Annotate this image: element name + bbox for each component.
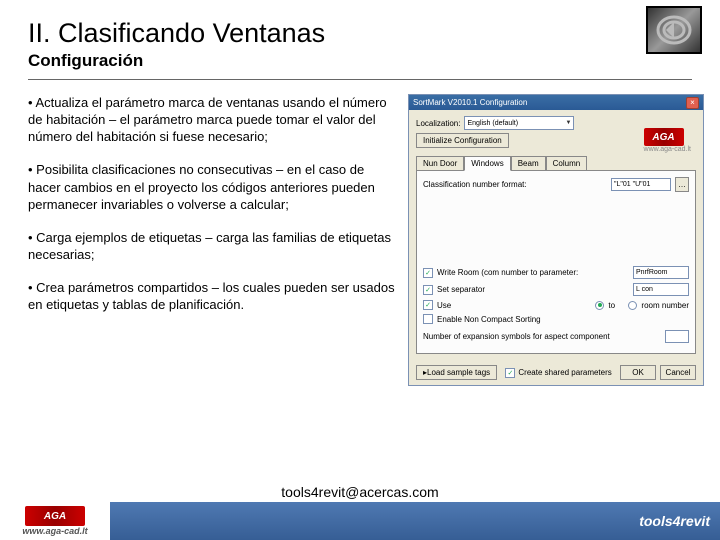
- tab-door[interactable]: Nun Door: [416, 156, 464, 170]
- config-dialog: SortMark V2010.1 Configuration × AGA www…: [408, 94, 704, 386]
- aga-logo: AGA www.aga-cad.lt: [644, 128, 691, 153]
- localization-label: Localization:: [416, 119, 460, 128]
- format-details-button[interactable]: …: [675, 177, 689, 192]
- cancel-button[interactable]: Cancel: [660, 365, 696, 380]
- bullet-3: • Carga ejemplos de etiquetas – carga la…: [28, 229, 398, 263]
- bullet-1: • Actualiza el parámetro marca de ventan…: [28, 94, 398, 145]
- tab-panel: Classification number format: "L"01 "U"0…: [416, 171, 696, 354]
- bullet-list: • Actualiza el parámetro marca de ventan…: [28, 94, 398, 386]
- dialog-titlebar[interactable]: SortMark V2010.1 Configuration ×: [409, 95, 703, 110]
- use-label: Use: [437, 301, 451, 310]
- slide-title: II. Clasificando Ventanas: [28, 18, 692, 49]
- tab-strip: Nun Door Windows Beam Column: [416, 156, 696, 171]
- close-icon[interactable]: ×: [686, 97, 699, 109]
- tab-windows[interactable]: Windows: [464, 156, 510, 171]
- footer-aga-logo: AGA: [25, 506, 85, 526]
- aga-logo-text: AGA: [644, 128, 684, 146]
- write-room-checkbox[interactable]: ✓: [423, 268, 433, 278]
- write-room-label: Write Room (com number to parameter:: [437, 268, 629, 277]
- localization-select[interactable]: English (default): [464, 116, 574, 130]
- footer-email: tools4revit@acercas.com: [281, 484, 438, 500]
- create-shared-label: Create shared parameters: [518, 368, 611, 377]
- separator-checkbox[interactable]: ✓: [423, 285, 433, 295]
- room-number-label: room number: [641, 301, 689, 310]
- corner-logo: [646, 6, 702, 54]
- use-checkbox[interactable]: ✓: [423, 300, 433, 310]
- create-shared-checkbox[interactable]: ✓: [505, 368, 515, 378]
- expansion-label: Number of expansion symbols for aspect c…: [423, 332, 661, 341]
- separator-label: Set separator: [437, 285, 485, 294]
- load-tags-button[interactable]: ▸ Load sample tags: [416, 365, 497, 380]
- footer-bar: AGA www.aga-cad.lt tools4revit: [0, 502, 720, 540]
- enable-nc-label: Enable Non Compact Sorting: [437, 315, 541, 324]
- footer-brand: tools4revit: [600, 513, 720, 529]
- aga-url: www.aga-cad.lt: [644, 146, 691, 153]
- prefix-input[interactable]: PnrfRoom: [633, 266, 689, 279]
- footer-email-wrap: tools4revit@acercas.com: [0, 482, 720, 502]
- dialog-title: SortMark V2010.1 Configuration: [413, 98, 527, 107]
- format-label: Classification number format:: [423, 180, 607, 189]
- use-radio-2[interactable]: [628, 301, 637, 310]
- footer-aga-url: www.aga-cad.lt: [22, 526, 87, 536]
- tab-beam[interactable]: Beam: [511, 156, 546, 170]
- format-input[interactable]: "L"01 "U"01: [611, 178, 671, 191]
- enable-nc-checkbox[interactable]: [423, 314, 433, 324]
- initialize-button[interactable]: Initialize Configuration: [416, 133, 509, 148]
- tab-column[interactable]: Column: [546, 156, 588, 170]
- use-radio-1[interactable]: [595, 301, 604, 310]
- bullet-4: • Crea parámetros compartidos – los cual…: [28, 279, 398, 313]
- ok-button[interactable]: OK: [620, 365, 656, 380]
- slide-subtitle: Configuración: [28, 51, 692, 71]
- expansion-input[interactable]: [665, 330, 689, 343]
- separator-input[interactable]: L con: [633, 283, 689, 296]
- bullet-2: • Posibilita clasificaciones no consecut…: [28, 161, 398, 212]
- footer-logo-left: AGA www.aga-cad.lt: [0, 502, 110, 540]
